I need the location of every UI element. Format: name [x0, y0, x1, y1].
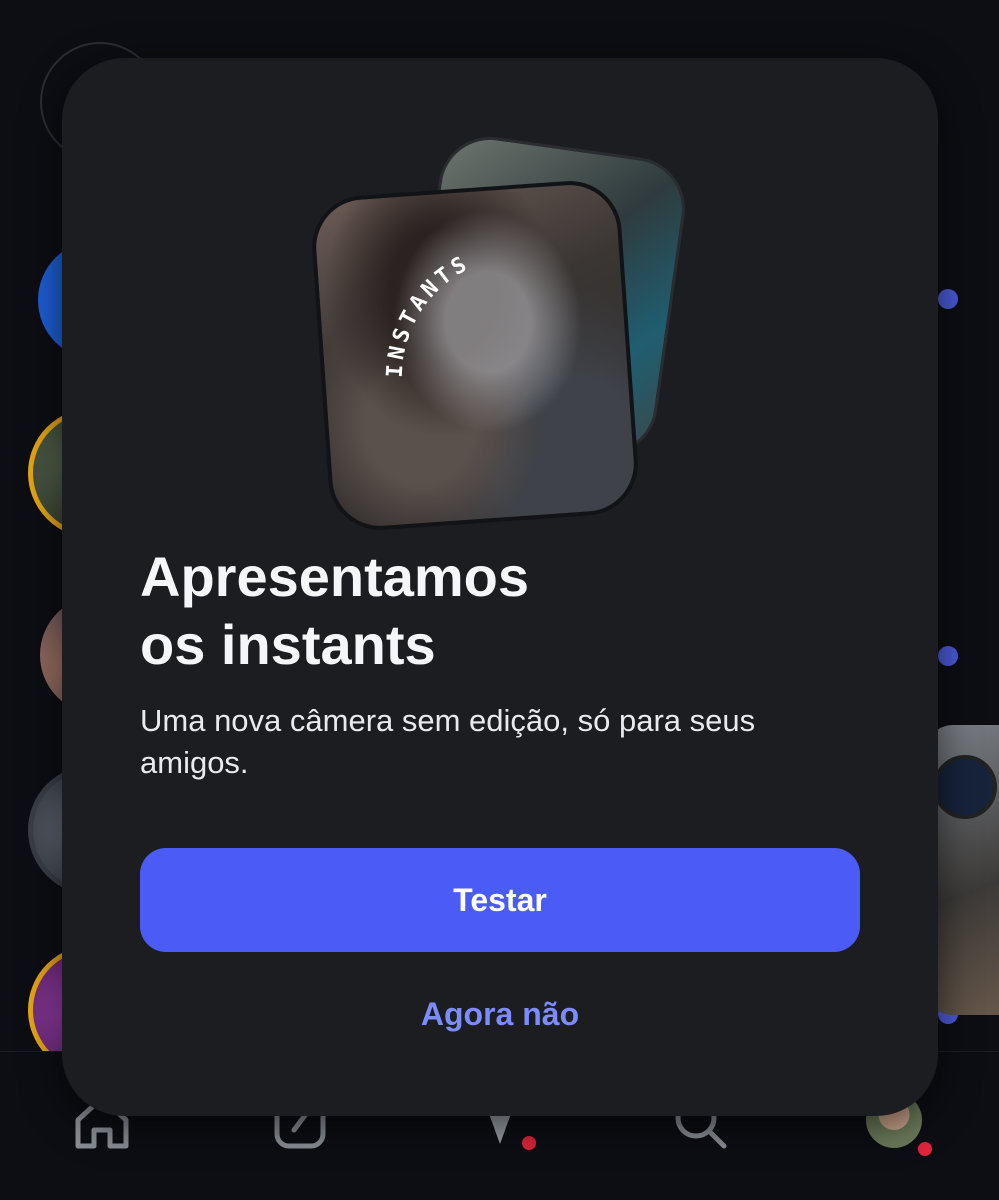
try-button[interactable]: Testar: [140, 848, 860, 952]
not-now-button[interactable]: Agora não: [360, 986, 640, 1042]
notification-dot: [522, 1136, 536, 1150]
curved-label-text: INSTANTS: [383, 251, 471, 379]
app-screen: INSTANTS Apresentamos os instants Uma no…: [0, 0, 999, 1200]
unread-dot: [938, 289, 958, 309]
svg-text:INSTANTS: INSTANTS: [383, 251, 475, 379]
notification-dot: [918, 1142, 932, 1156]
modal-subtitle: Uma nova câmera sem edição, só para seus…: [140, 703, 756, 780]
instants-hero-illustration: INSTANTS: [308, 128, 692, 548]
instants-intro-modal: INSTANTS Apresentamos os instants Uma no…: [62, 58, 938, 1116]
modal-title: Apresentamos os instants: [140, 545, 530, 676]
instants-curved-label: INSTANTS: [383, 251, 475, 379]
unread-dot: [938, 646, 958, 666]
